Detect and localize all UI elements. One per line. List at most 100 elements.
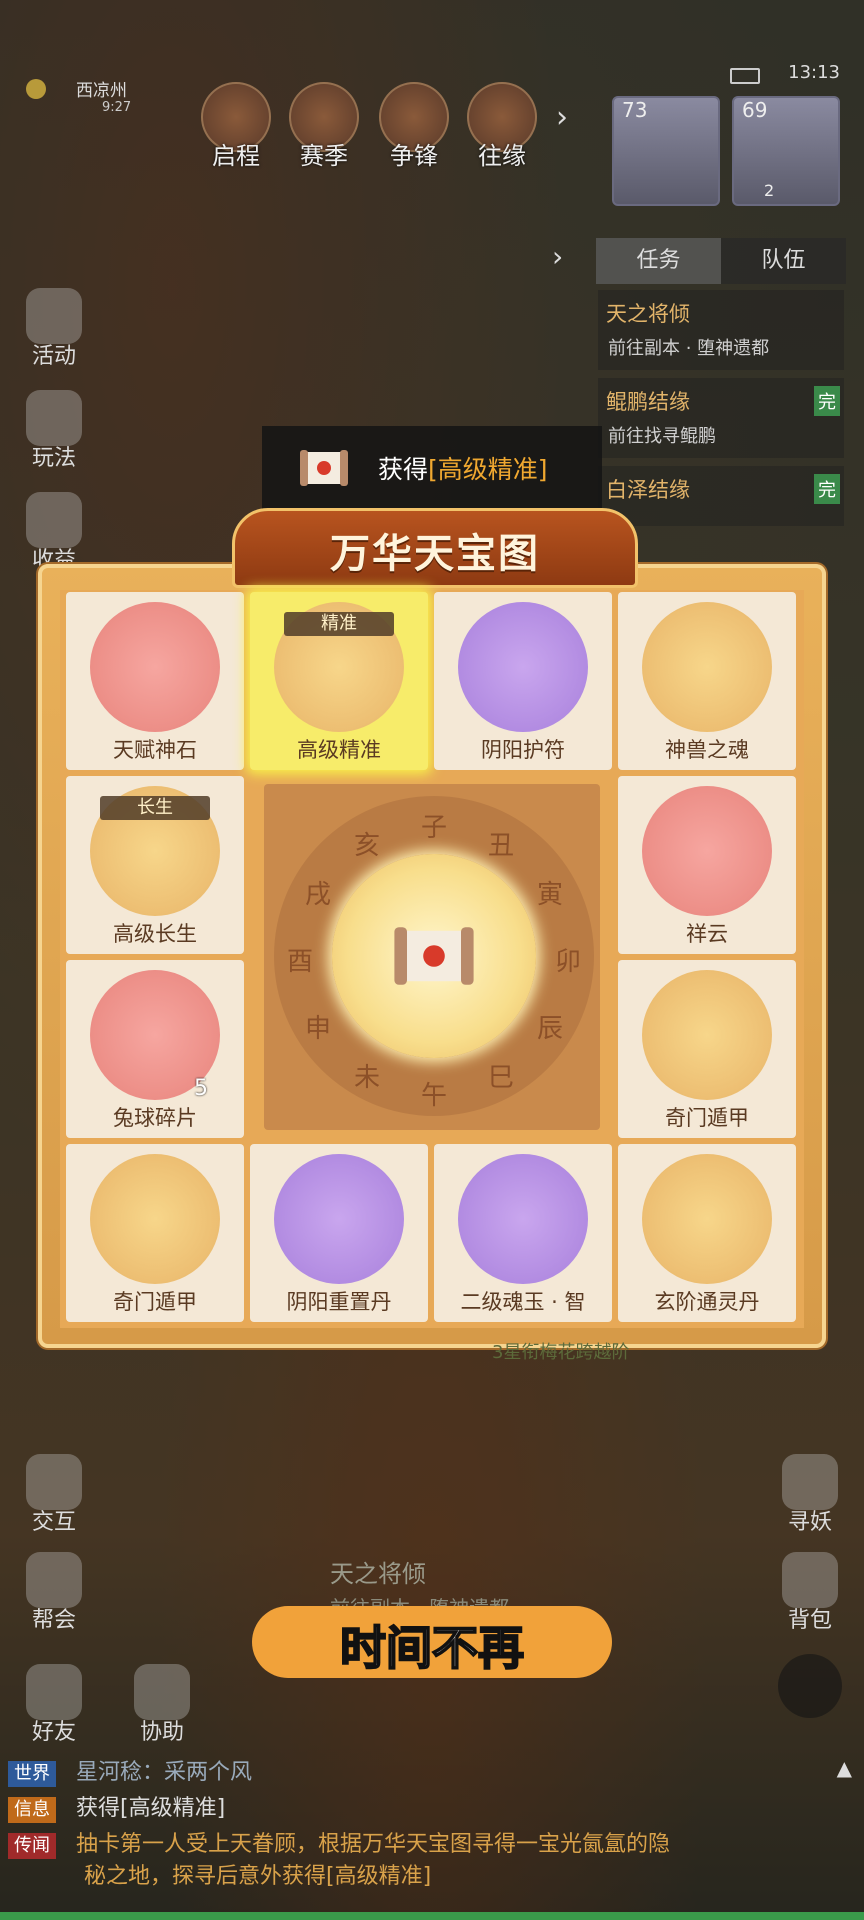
lottery-wheel-panel[interactable]: 子丑寅卯辰巳午 未申 酉 戌亥 bbox=[264, 784, 600, 1130]
reward-cell[interactable]: 祥云 bbox=[618, 776, 796, 954]
avatar-level: 73 bbox=[622, 98, 648, 122]
reward-cell[interactable]: 阴阳重置丹 bbox=[250, 1144, 428, 1322]
location-indicator[interactable]: 西凉州 9:27 bbox=[22, 76, 162, 116]
item-label: 奇门遁甲 bbox=[113, 1290, 197, 1314]
item-tag: 精准 bbox=[284, 612, 394, 636]
item-label: 阴阳重置丹 bbox=[286, 1290, 392, 1314]
item-icon bbox=[274, 1154, 404, 1284]
item-label: 高级长生 bbox=[113, 922, 197, 946]
zodiac-wheel: 子丑寅卯辰巳午 未申 酉 戌亥 bbox=[274, 796, 594, 1116]
battery-icon bbox=[730, 68, 760, 84]
side-label: 寻妖 bbox=[787, 1510, 832, 1535]
chevron-right-icon[interactable]: › bbox=[556, 100, 568, 135]
location-name: 西凉州 bbox=[76, 81, 127, 101]
side-income-button[interactable]: 收益 bbox=[18, 492, 90, 574]
wheel-center-disk[interactable] bbox=[332, 854, 536, 1058]
nav-label: 启程 bbox=[212, 142, 260, 170]
chat-line: 传闻 抽卡第一人受上天眷顾，根据万华天宝图寻得一宝光氤氲的隐 bbox=[8, 1826, 670, 1859]
side-gameplay-button[interactable]: 玩法 bbox=[18, 390, 90, 472]
reward-item-name: [高级精准] bbox=[428, 455, 548, 484]
task-item[interactable]: 天之将倾 前往副本 · 堕神遗都 bbox=[598, 290, 844, 370]
menu-flower-icon[interactable] bbox=[778, 1654, 842, 1718]
zodiac-char: 丑 bbox=[488, 830, 515, 861]
reward-cell[interactable]: 奇门遁甲 bbox=[618, 960, 796, 1138]
zodiac-char: 巳 bbox=[488, 1063, 515, 1094]
nav-season-button[interactable]: 赛季 bbox=[284, 82, 364, 171]
zodiac-char: 戌 bbox=[304, 880, 331, 910]
task-complete-badge: 完 bbox=[814, 386, 840, 416]
chat-text: 秘之地，探寻后意外获得[高级精准] bbox=[84, 1864, 432, 1889]
channel-tag: 世界 bbox=[8, 1761, 56, 1787]
item-label: 天赋神石 bbox=[113, 738, 197, 762]
channel-tag: 信息 bbox=[8, 1797, 56, 1823]
task-title: 天之将倾 bbox=[606, 302, 690, 326]
zodiac-char: 卯 bbox=[555, 947, 582, 977]
avatar-level: 69 bbox=[742, 98, 768, 122]
task-complete-badge: 完 bbox=[814, 474, 840, 504]
task-title: 白泽结缘 bbox=[606, 478, 690, 502]
side-label: 协助 bbox=[139, 1720, 184, 1745]
item-label: 神兽之魂 bbox=[665, 738, 749, 762]
item-icon bbox=[90, 602, 220, 732]
video-subtitle: 时间不再 bbox=[252, 1606, 612, 1678]
nav-compete-button[interactable]: 争锋 bbox=[374, 82, 454, 171]
side-interact-button[interactable]: 交互 bbox=[18, 1454, 90, 1536]
board-title-banner: 万华天宝图 bbox=[232, 508, 638, 588]
nav-fate-button[interactable]: 往缘 bbox=[462, 82, 542, 171]
side-label: 交互 bbox=[31, 1510, 76, 1535]
reward-cell[interactable]: 玄阶通灵丹 bbox=[618, 1144, 796, 1322]
compass-icon bbox=[26, 79, 46, 99]
reward-banner: 获得[高级精准] bbox=[262, 426, 602, 510]
task-item[interactable]: 白泽结缘 完 bbox=[598, 466, 844, 526]
tab-tasks[interactable]: 任务 bbox=[596, 238, 721, 284]
side-assist-button[interactable]: 协助 bbox=[126, 1664, 198, 1746]
bag-icon bbox=[782, 1552, 838, 1608]
reward-cell[interactable]: 二级魂玉 · 智 bbox=[434, 1144, 612, 1322]
reward-cell[interactable]: 阴阳护符 bbox=[434, 592, 612, 770]
chat-text: 抽卡第一人受上天眷顾，根据万华天宝图寻得一宝光氤氲的隐 bbox=[76, 1832, 671, 1857]
side-guild-button[interactable]: 帮会 bbox=[18, 1552, 90, 1634]
friends-icon bbox=[26, 1664, 82, 1720]
guild-icon bbox=[26, 1552, 82, 1608]
channel-tag: 传闻 bbox=[8, 1833, 56, 1859]
reward-cell[interactable]: 天赋神石 bbox=[66, 592, 244, 770]
reward-cell[interactable]: 精准 高级精准 bbox=[250, 592, 428, 770]
board-title: 万华天宝图 bbox=[330, 530, 540, 577]
item-label: 祥云 bbox=[686, 922, 728, 946]
tab-team[interactable]: 队伍 bbox=[721, 238, 846, 284]
side-activity-button[interactable]: 活动 bbox=[18, 288, 90, 370]
item-label: 兔球碎片 bbox=[113, 1106, 197, 1130]
location-time: 9:27 bbox=[102, 100, 132, 115]
side-friends-button[interactable]: 好友 bbox=[18, 1664, 90, 1746]
ghost-task-title: 天之将倾 bbox=[330, 1560, 426, 1588]
scroll-icon bbox=[394, 927, 474, 985]
item-icon bbox=[642, 1154, 772, 1284]
side-bag-button[interactable]: 背包 bbox=[774, 1552, 846, 1634]
zodiac-char: 寅 bbox=[537, 880, 564, 910]
item-icon bbox=[642, 602, 772, 732]
reward-cell[interactable]: 长生 高级长生 bbox=[66, 776, 244, 954]
side-label: 背包 bbox=[787, 1608, 832, 1633]
collapse-panel-icon[interactable]: › bbox=[552, 240, 563, 273]
nav-label: 往缘 bbox=[478, 142, 526, 170]
item-label: 玄阶通灵丹 bbox=[654, 1290, 760, 1314]
task-sub: 前往找寻鲲鹏 bbox=[608, 426, 716, 447]
task-title: 鲲鹏结缘 bbox=[606, 390, 690, 414]
task-item[interactable]: 鲲鹏结缘 前往找寻鲲鹏 完 bbox=[598, 378, 844, 458]
subtitle-text: 时间不再 bbox=[339, 1620, 525, 1676]
reward-cell[interactable]: 神兽之魂 bbox=[618, 592, 796, 770]
player-avatar[interactable]: 69 2 bbox=[732, 96, 840, 206]
zodiac-char: 子 bbox=[421, 813, 448, 843]
item-icon bbox=[642, 786, 772, 916]
task-tabs: 任务 队伍 bbox=[596, 238, 846, 284]
side-seek-button[interactable]: 寻妖 bbox=[774, 1454, 846, 1536]
nav-qicheng-button[interactable]: 启程 bbox=[196, 82, 276, 171]
item-label: 阴阳护符 bbox=[481, 738, 565, 762]
chevron-up-icon[interactable]: ▲ bbox=[837, 1756, 852, 1780]
party-member-avatar[interactable]: 73 bbox=[612, 96, 720, 206]
item-count: 5 bbox=[194, 1076, 208, 1101]
side-label: 活动 bbox=[31, 344, 76, 369]
reward-cell[interactable]: 奇门遁甲 bbox=[66, 1144, 244, 1322]
item-icon bbox=[90, 1154, 220, 1284]
reward-cell[interactable]: 5 兔球碎片 bbox=[66, 960, 244, 1138]
